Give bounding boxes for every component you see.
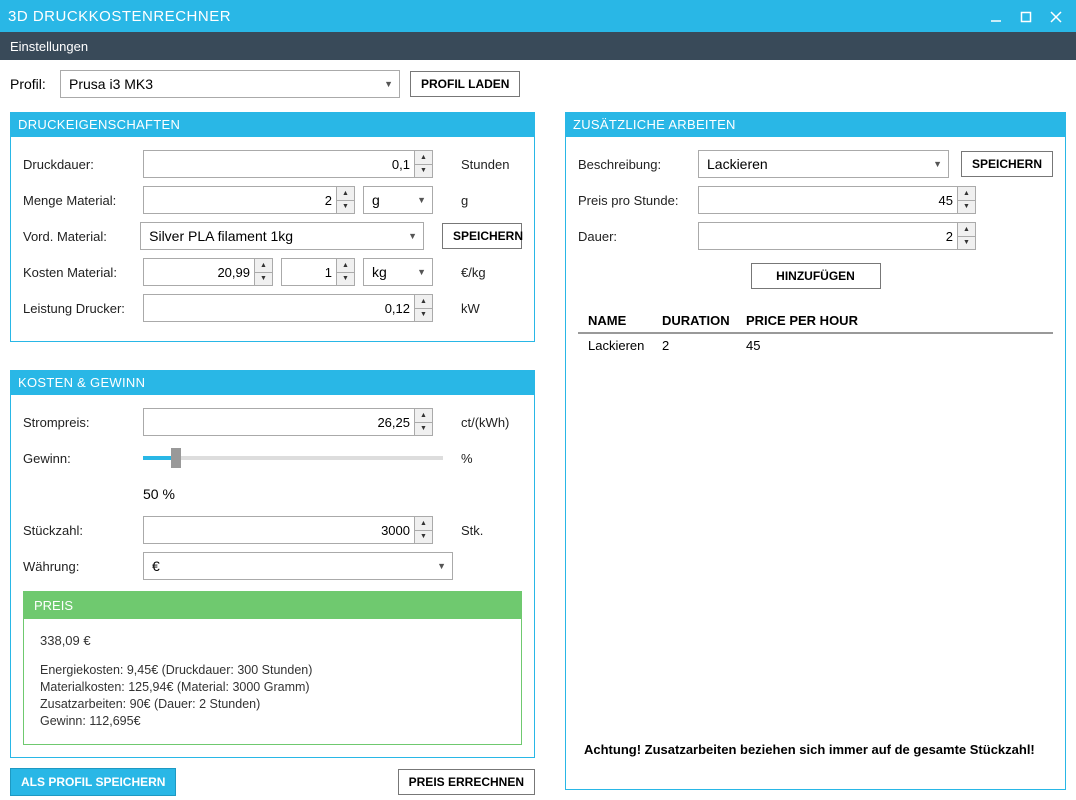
chevron-down-icon: ▼	[417, 267, 426, 277]
spin-down-icon[interactable]: ▼	[415, 531, 432, 544]
price-summary: PREIS 338,09 € Energiekosten: 9,45€ (Dru…	[23, 591, 522, 745]
spin-up-icon[interactable]: ▲	[337, 259, 354, 273]
duration-label: Dauer:	[578, 229, 698, 244]
printer-power-input[interactable]: ▲▼	[143, 294, 433, 322]
currency-label: Währung:	[23, 559, 143, 574]
spin-up-icon[interactable]: ▲	[958, 187, 975, 201]
cell-name: Lackieren	[588, 338, 648, 353]
spin-down-icon[interactable]: ▼	[255, 273, 272, 286]
material-cost-price-input[interactable]: ▲▼	[143, 258, 273, 286]
duration-input[interactable]: ▲▼	[698, 222, 976, 250]
price-summary-title: PREIS	[24, 592, 521, 619]
save-extra-button[interactable]: SPEICHERN	[961, 151, 1053, 177]
th-price: PRICE PER HOUR	[746, 313, 866, 328]
th-duration: DURATION	[662, 313, 732, 328]
th-name: NAME	[588, 313, 648, 328]
panel-title-extra: ZUSÄTZLICHE ARBEITEN	[565, 112, 1066, 137]
material-amount-input[interactable]: ▲▼	[143, 186, 355, 214]
panel-print-properties: DRUCKEIGENSCHAFTEN Druckdauer: ▲▼ Stunde…	[10, 112, 535, 342]
price-per-hour-input[interactable]: ▲▼	[698, 186, 976, 214]
spin-up-icon[interactable]: ▲	[415, 295, 432, 309]
price-energy: Energiekosten: 9,45€ (Druckdauer: 300 St…	[40, 662, 505, 679]
currency-select[interactable]: € ▼	[143, 552, 453, 580]
material-cost-label: Kosten Material:	[23, 265, 143, 280]
chevron-down-icon: ▼	[933, 159, 942, 169]
print-duration-label: Druckdauer:	[23, 157, 143, 172]
chevron-down-icon: ▼	[437, 561, 446, 571]
printer-power-unit: kW	[461, 301, 480, 316]
spin-down-icon[interactable]: ▼	[337, 273, 354, 286]
panel-extra-work: ZUSÄTZLICHE ARBEITEN Beschreibung: Lacki…	[565, 112, 1066, 790]
description-label: Beschreibung:	[578, 157, 698, 172]
price-profit: Gewinn: 112,695€	[40, 713, 505, 730]
print-duration-unit: Stunden	[461, 157, 509, 172]
profit-percent-value: 50 %	[143, 486, 175, 502]
chevron-down-icon: ▼	[408, 231, 417, 241]
material-amount-unit-select[interactable]: g ▼	[363, 186, 433, 214]
material-cost-amount-input[interactable]: ▲▼	[281, 258, 355, 286]
price-per-hour-label: Preis pro Stunde:	[578, 193, 698, 208]
panel-cost-profit: KOSTEN & GEWINN Strompreis: ▲▼ ct/(kWh) …	[10, 370, 535, 758]
load-profile-button[interactable]: PROFIL LADEN	[410, 71, 520, 97]
minimize-icon[interactable]	[990, 10, 1002, 22]
profile-row: Profil: Prusa i3 MK3 ▼ PROFIL LADEN	[10, 70, 1066, 98]
spin-up-icon[interactable]: ▲	[255, 259, 272, 273]
spin-down-icon[interactable]: ▼	[337, 201, 354, 214]
spin-up-icon[interactable]: ▲	[958, 223, 975, 237]
spin-down-icon[interactable]: ▼	[958, 237, 975, 250]
power-price-unit: ct/(kWh)	[461, 415, 509, 430]
save-material-button[interactable]: SPEICHERN	[442, 223, 522, 249]
profile-label: Profil:	[10, 76, 50, 92]
quantity-input[interactable]: ▲▼	[143, 516, 433, 544]
chevron-down-icon: ▼	[384, 79, 393, 89]
spin-up-icon[interactable]: ▲	[415, 517, 432, 531]
material-cost-unit-select[interactable]: kg ▼	[363, 258, 433, 286]
material-amount-label: Menge Material:	[23, 193, 143, 208]
extra-warning: Achtung! Zusatzarbeiten beziehen sich im…	[578, 742, 1053, 757]
close-icon[interactable]	[1050, 10, 1062, 22]
profile-select-value: Prusa i3 MK3	[69, 76, 153, 92]
cell-duration: 2	[662, 338, 732, 353]
spin-up-icon[interactable]: ▲	[337, 187, 354, 201]
power-price-input[interactable]: ▲▼	[143, 408, 433, 436]
printer-power-label: Leistung Drucker:	[23, 301, 143, 316]
chevron-down-icon: ▼	[417, 195, 426, 205]
cell-price: 45	[746, 338, 760, 353]
spin-up-icon[interactable]: ▲	[415, 409, 432, 423]
calculate-price-button[interactable]: PREIS ERRECHNEN	[398, 769, 535, 795]
spin-down-icon[interactable]: ▼	[415, 165, 432, 178]
save-as-profile-button[interactable]: ALS PROFIL SPEICHERN	[10, 768, 176, 796]
table-row[interactable]: Lackieren 2 45	[578, 334, 1053, 357]
material-preset-label: Vord. Material:	[23, 229, 140, 244]
spin-down-icon[interactable]: ▼	[958, 201, 975, 214]
quantity-unit: Stk.	[461, 523, 483, 538]
profit-unit: %	[461, 451, 473, 466]
profile-select[interactable]: Prusa i3 MK3 ▼	[60, 70, 400, 98]
spin-up-icon[interactable]: ▲	[415, 151, 432, 165]
panel-title-cost: KOSTEN & GEWINN	[10, 370, 535, 395]
price-extra: Zusatzarbeiten: 90€ (Dauer: 2 Stunden)	[40, 696, 505, 713]
print-duration-input[interactable]: ▲▼	[143, 150, 433, 178]
profit-slider[interactable]	[143, 456, 443, 460]
material-cost-unit: €/kg	[461, 265, 486, 280]
add-extra-button[interactable]: HINZUFÜGEN	[751, 263, 881, 289]
window-title: 3D DRUCKKOSTENRECHNER	[8, 8, 231, 25]
extra-table: NAME DURATION PRICE PER HOUR Lackieren 2…	[578, 309, 1053, 357]
material-preset-select[interactable]: Silver PLA filament 1kg ▼	[140, 222, 424, 250]
material-amount-unit: g	[461, 193, 468, 208]
profit-label: Gewinn:	[23, 451, 143, 466]
price-material: Materialkosten: 125,94€ (Material: 3000 …	[40, 679, 505, 696]
price-total: 338,09 €	[40, 633, 505, 648]
menu-settings[interactable]: Einstellungen	[0, 32, 1076, 60]
title-bar: 3D DRUCKKOSTENRECHNER	[0, 0, 1076, 32]
maximize-icon[interactable]	[1020, 10, 1032, 22]
panel-title-props: DRUCKEIGENSCHAFTEN	[10, 112, 535, 137]
description-select[interactable]: Lackieren ▼	[698, 150, 949, 178]
power-price-label: Strompreis:	[23, 415, 143, 430]
quantity-label: Stückzahl:	[23, 523, 143, 538]
spin-down-icon[interactable]: ▼	[415, 423, 432, 436]
spin-down-icon[interactable]: ▼	[415, 309, 432, 322]
